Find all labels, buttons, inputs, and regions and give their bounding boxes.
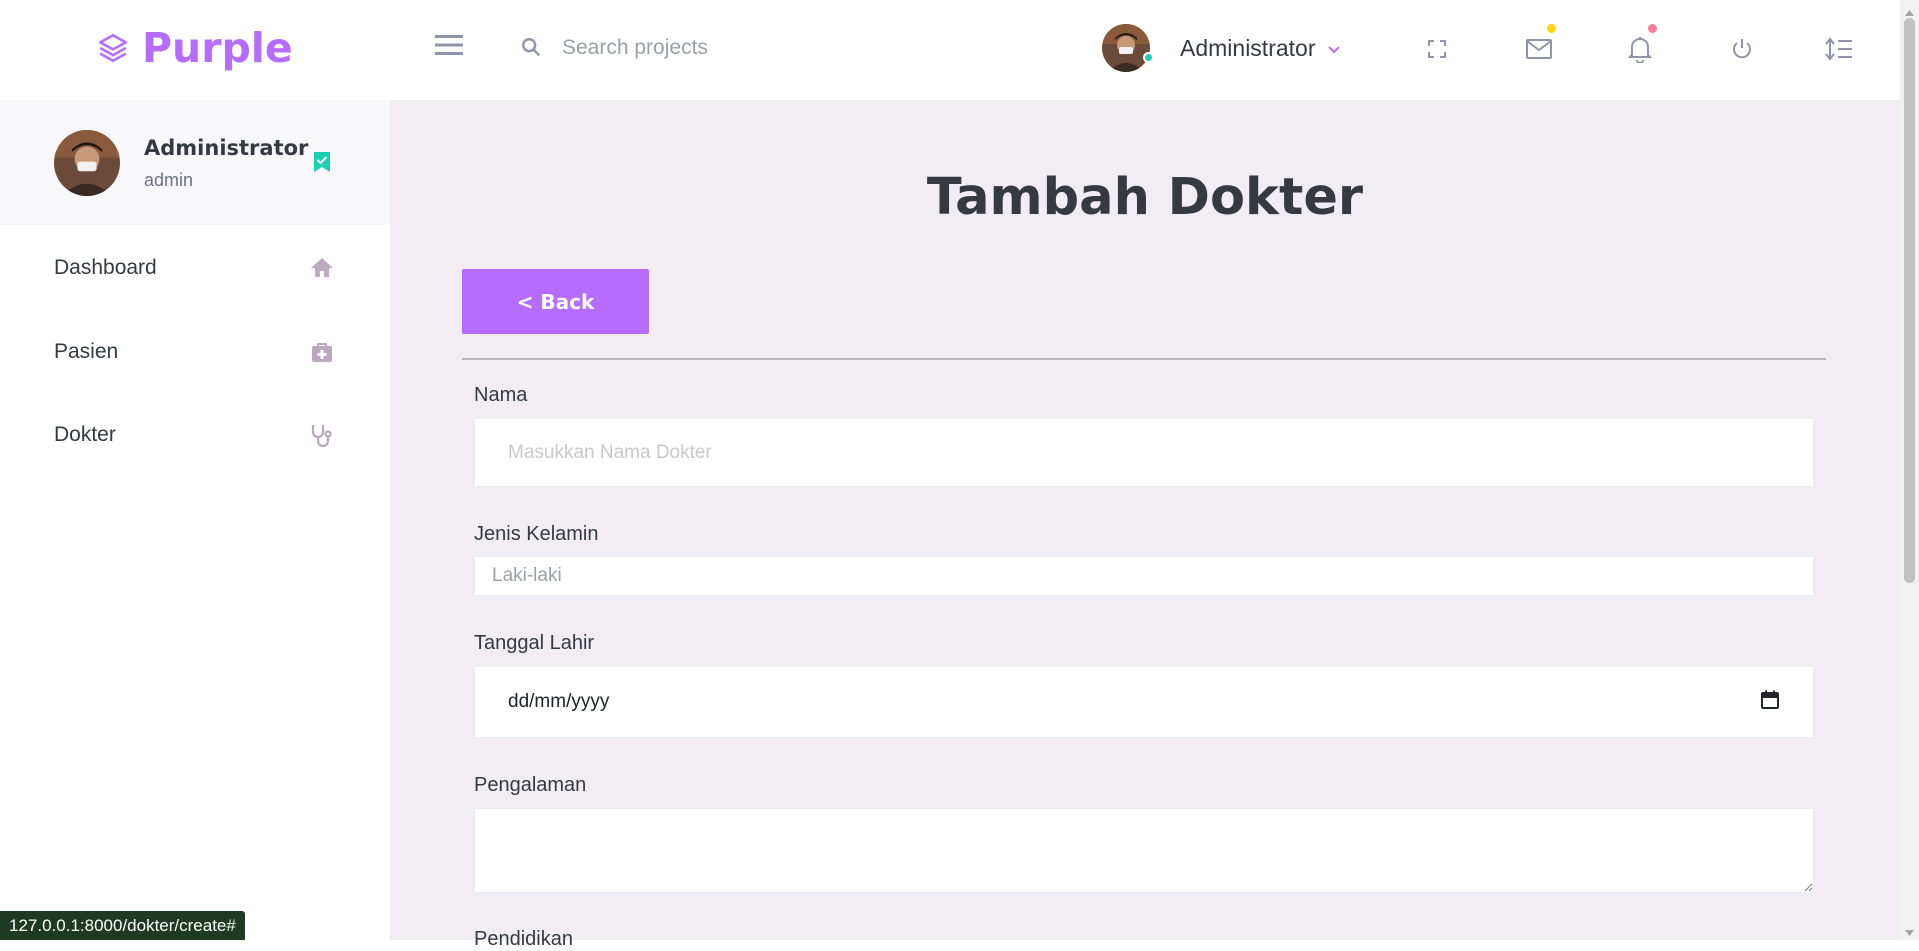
main-content: Tambah Dokter < Back Nama Jenis Kelamin … — [390, 100, 1900, 950]
notifications-button[interactable] — [1623, 24, 1657, 66]
sidebar-item-pasien[interactable]: Pasien — [0, 322, 390, 382]
stethoscope-icon — [310, 423, 334, 454]
bell-badge — [1648, 24, 1657, 33]
sidebar-profile-role: admin — [144, 170, 194, 190]
sidebar-item-label: Dokter — [54, 423, 116, 446]
name-label: Nama — [474, 384, 528, 406]
dob-field-text: dd/mm/yyyy — [508, 691, 610, 712]
navbar-profile-name: Administrator — [1180, 34, 1316, 61]
sidebar-item-label: Dashboard — [54, 256, 157, 279]
settings-panel-button[interactable] — [1822, 32, 1856, 66]
brand-name: Purple — [142, 24, 293, 72]
scrollbar-thumb[interactable] — [1904, 18, 1915, 583]
sidebar-item-dashboard[interactable]: Dashboard — [0, 238, 390, 298]
dob-field[interactable]: dd/mm/yyyy — [474, 666, 1814, 738]
power-icon — [1733, 39, 1751, 59]
medical-bag-icon — [310, 340, 334, 369]
bookmark-check-icon — [312, 151, 332, 178]
bell-icon — [1628, 37, 1652, 63]
navbar-avatar-image — [1102, 24, 1150, 72]
messages-button[interactable] — [1522, 24, 1556, 66]
avatar — [54, 130, 120, 196]
gender-select-value: Laki-laki — [492, 565, 562, 586]
dob-label: Tanggal Lahir — [474, 632, 595, 654]
menu-toggle-button[interactable] — [434, 33, 468, 61]
chevron-down-icon — [1327, 42, 1341, 60]
mail-badge — [1547, 24, 1556, 33]
sidebar-avatar-image — [54, 130, 120, 196]
layers-icon — [96, 31, 130, 65]
fullscreen-icon — [1428, 40, 1446, 58]
gender-label: Jenis Kelamin — [474, 523, 599, 545]
experience-field[interactable] — [474, 808, 1814, 893]
status-bar-url: 127.0.0.1:8000/dokter/create# — [0, 911, 245, 940]
home-icon — [310, 256, 334, 283]
gender-select[interactable]: Laki-laki — [474, 556, 1814, 596]
search-icon — [520, 36, 542, 63]
mail-icon — [1526, 39, 1552, 59]
navbar-profile-dropdown[interactable]: Administrator — [1102, 24, 1341, 72]
top-navbar: Purple Ad — [0, 0, 1900, 100]
page-title: Tambah Dokter — [926, 168, 1364, 227]
name-field[interactable] — [474, 418, 1814, 487]
search-input[interactable] — [560, 28, 980, 68]
hamburger-icon — [435, 35, 463, 55]
logout-button[interactable] — [1725, 32, 1759, 66]
back-button[interactable]: < Back — [462, 269, 649, 334]
divider — [462, 358, 1826, 360]
brand-logo[interactable]: Purple — [96, 24, 293, 72]
online-status-dot — [1143, 52, 1154, 63]
avatar — [1102, 24, 1154, 72]
experience-label: Pengalaman — [474, 774, 587, 796]
fullscreen-button[interactable] — [1420, 32, 1454, 66]
sidebar-profile[interactable]: Administrator admin — [0, 100, 390, 225]
calendar-icon[interactable] — [1761, 690, 1779, 715]
sidebar-profile-name: Administrator — [144, 136, 309, 160]
sidebar: Administrator admin Dashboard Pasien Dok… — [0, 100, 390, 940]
sidebar-item-dokter[interactable]: Dokter — [0, 405, 390, 465]
sidebar-item-label: Pasien — [54, 340, 119, 363]
scroll-down-arrow-icon[interactable] — [1904, 924, 1915, 942]
format-line-spacing-icon — [1825, 37, 1852, 61]
